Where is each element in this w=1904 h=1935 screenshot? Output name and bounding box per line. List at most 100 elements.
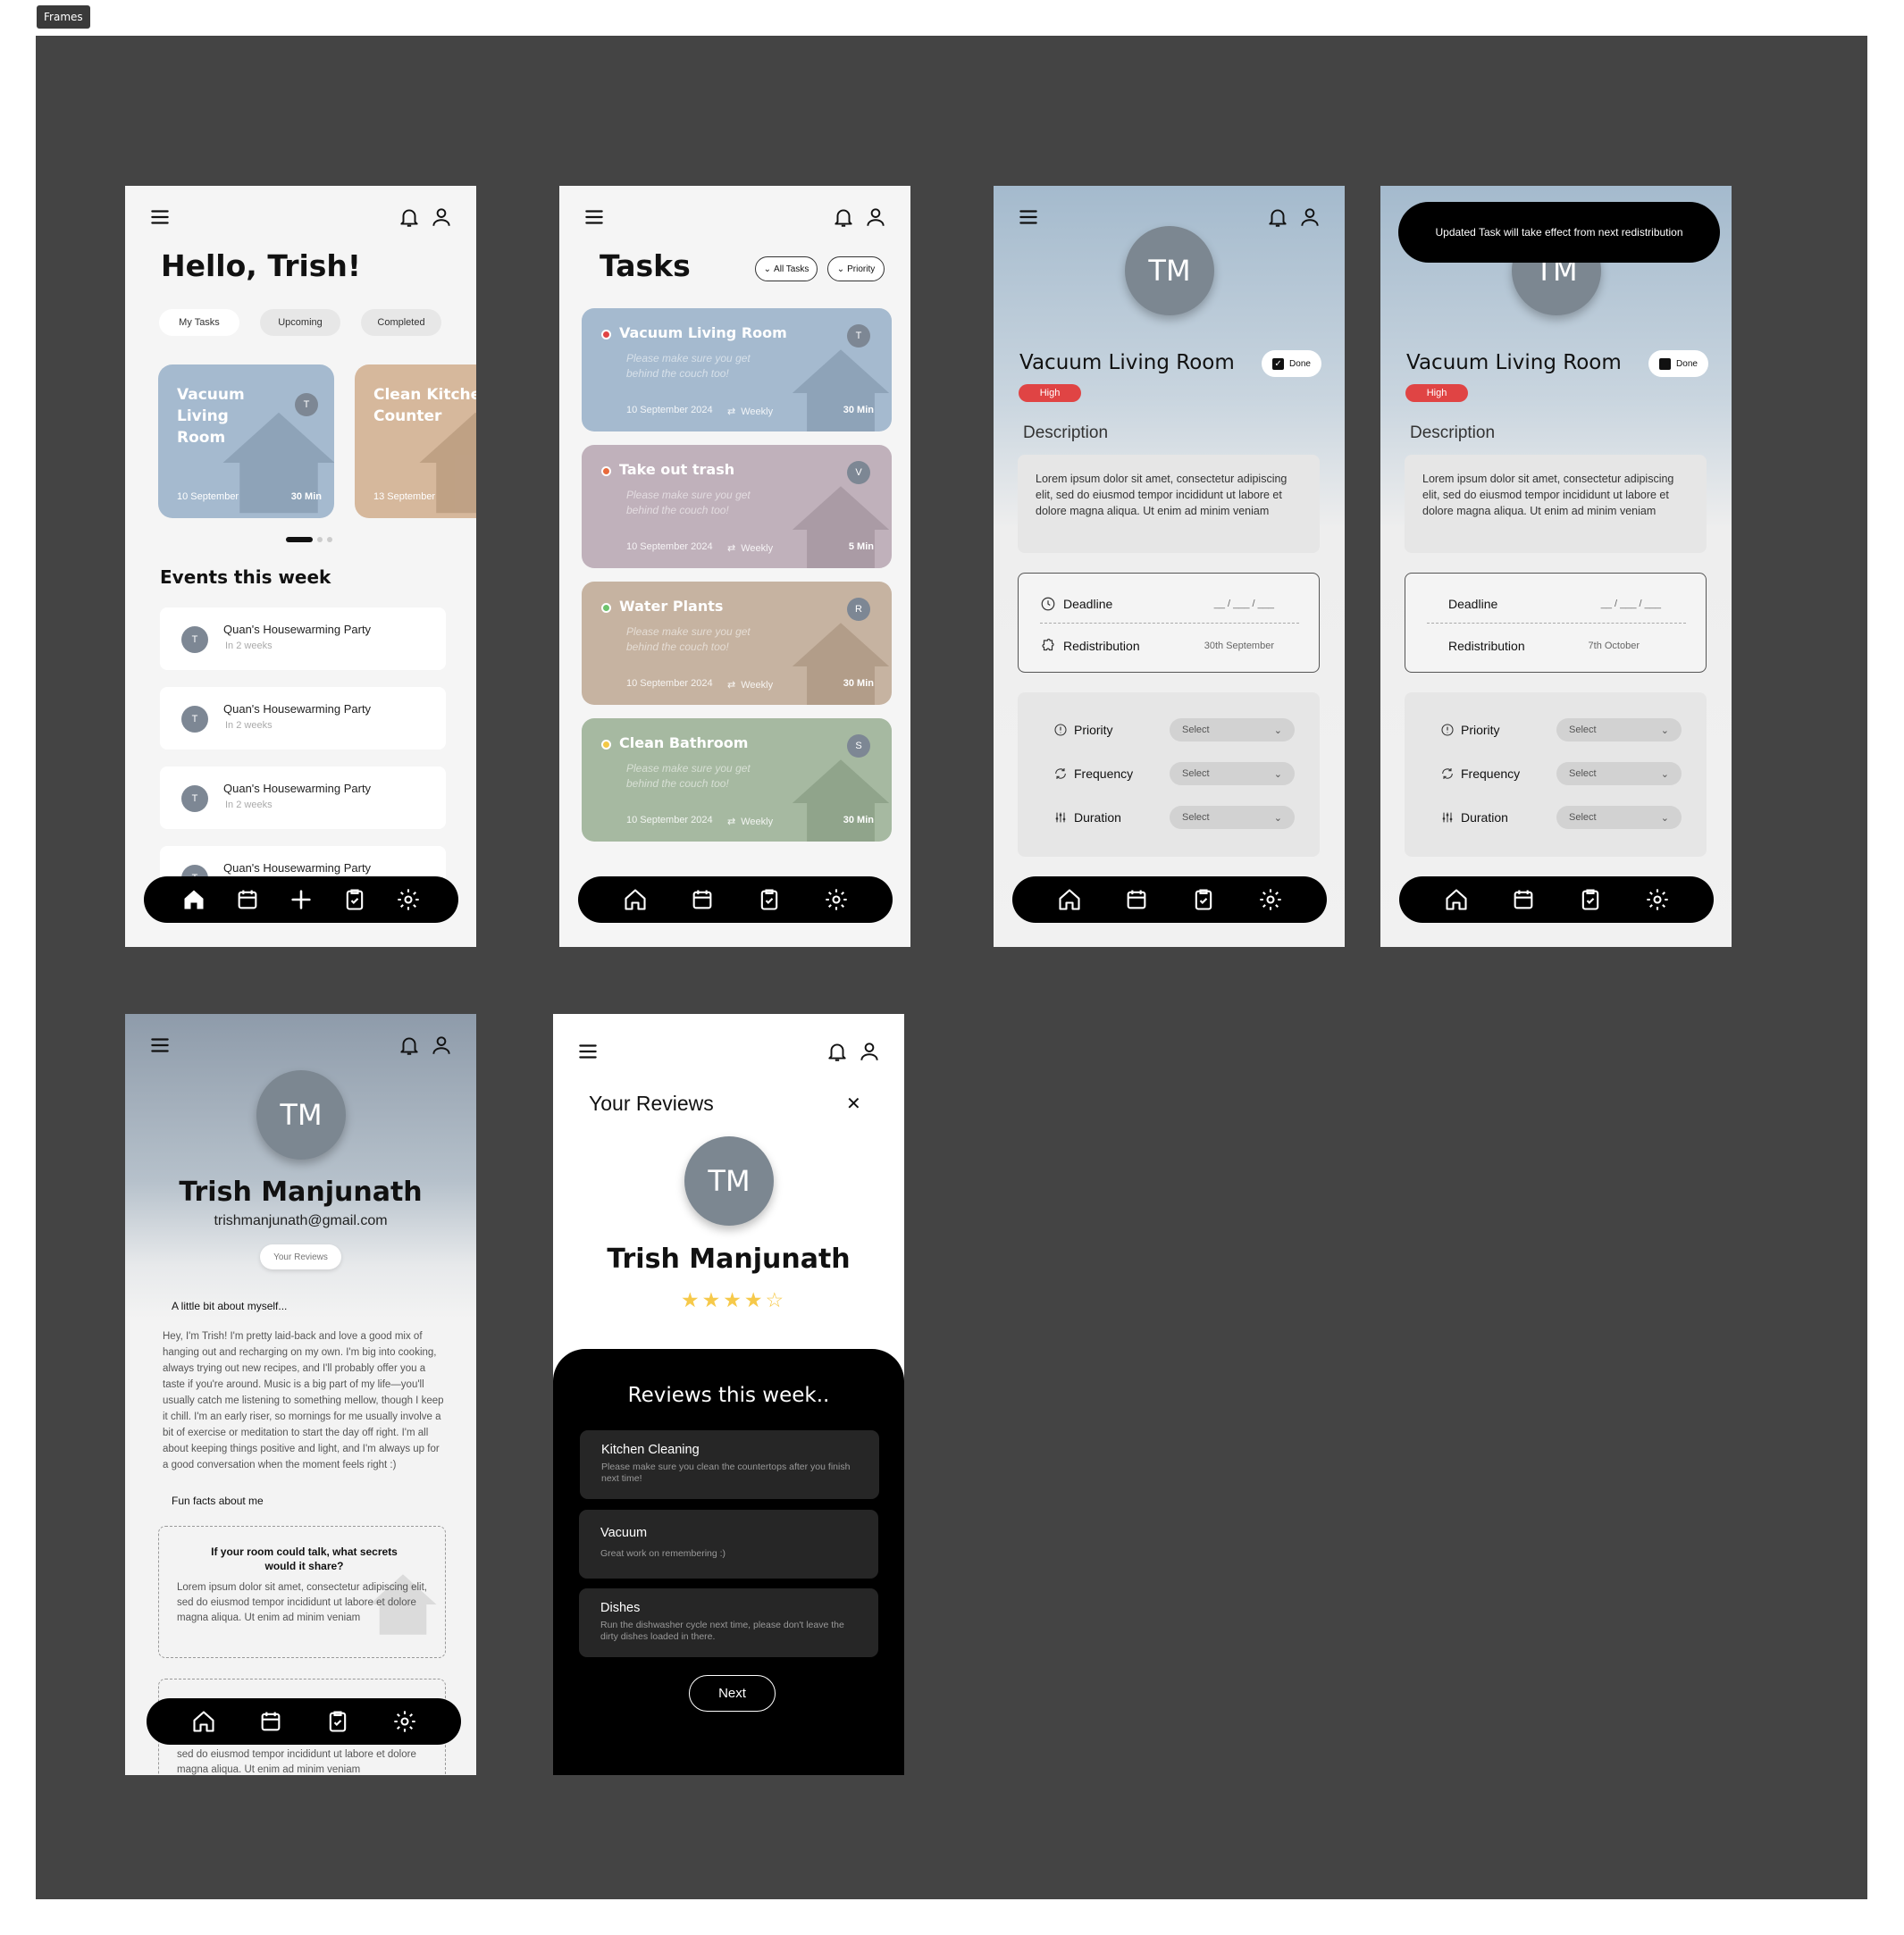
user-icon[interactable] (864, 205, 887, 229)
deadline-value[interactable]: __ / ___ / ___ (1601, 599, 1661, 609)
priority-select[interactable]: Select ⌄ (1170, 718, 1295, 741)
frequency-select[interactable]: Select ⌄ (1556, 762, 1682, 785)
avatar: TM (684, 1136, 774, 1226)
calendar-icon[interactable] (690, 887, 715, 912)
carousel-indicator[interactable] (286, 537, 332, 542)
home-icon[interactable] (1444, 887, 1469, 912)
filter-priority[interactable]: ⌄ Priority (827, 256, 885, 281)
user-icon[interactable] (1298, 205, 1321, 229)
done-label: Done (1676, 358, 1698, 369)
duration-select[interactable]: Select ⌄ (1556, 806, 1682, 829)
done-checkbox[interactable]: Done (1648, 350, 1708, 377)
home-icon[interactable] (623, 887, 648, 912)
menu-icon[interactable] (576, 1040, 600, 1063)
user-icon[interactable] (430, 1034, 453, 1057)
clipboard-check-icon[interactable] (1578, 887, 1603, 912)
task-card-title: Vacuum Living Room (177, 386, 245, 447)
fun-fact-card: If your room could talk, what secrets wo… (158, 1526, 446, 1658)
deadline-row[interactable]: Deadline __ / ___ / ___ (1448, 591, 1686, 617)
calendar-icon[interactable] (1124, 887, 1149, 912)
repeat-icon: ⇄ (727, 406, 736, 417)
calendar-icon[interactable] (1511, 887, 1536, 912)
task-card[interactable]: Vacuum Living Room T 10 September 30 Min (158, 364, 334, 518)
carousel-dot[interactable] (286, 537, 313, 542)
gear-icon[interactable] (396, 887, 421, 912)
clipboard-check-icon[interactable] (342, 887, 367, 912)
home-icon[interactable] (1057, 887, 1082, 912)
bottom-nav (147, 1698, 461, 1745)
task-duration: 30 Min (843, 405, 874, 415)
add-icon[interactable] (289, 887, 314, 912)
tab-completed[interactable]: Completed (361, 309, 441, 336)
gear-icon[interactable] (1645, 887, 1670, 912)
select-value: Select (1182, 725, 1210, 735)
task-card[interactable]: Clean Bathroom S Please make sure you ge… (582, 718, 892, 842)
review-item[interactable]: Vacuum Great work on remembering :) (579, 1510, 878, 1579)
close-icon[interactable]: ✕ (846, 1093, 861, 1115)
task-detail-updated-screen: TM Updated Task will take effect from ne… (1380, 186, 1732, 947)
redistribution-row[interactable]: Redistribution 30th September (1040, 632, 1299, 659)
your-reviews-button[interactable]: Your Reviews (260, 1244, 341, 1269)
menu-icon[interactable] (583, 205, 606, 229)
about-text: Hey, I'm Trish! I'm pretty laid-back and… (163, 1331, 444, 1470)
frequency-label: Weekly (741, 679, 774, 691)
home-icon[interactable] (191, 1709, 216, 1734)
user-icon[interactable] (430, 205, 453, 229)
review-item[interactable]: Dishes Run the dishwasher cycle next tim… (579, 1588, 878, 1657)
frequency-select[interactable]: Select ⌄ (1170, 762, 1295, 785)
event-avatar: T (181, 785, 208, 812)
task-card[interactable]: Water Plants R Please make sure you get … (582, 582, 892, 705)
gear-icon[interactable] (1258, 887, 1283, 912)
deadline-label: Deadline (1448, 597, 1498, 611)
home-icon[interactable] (181, 887, 206, 912)
carousel-dot[interactable] (327, 537, 332, 542)
menu-icon[interactable] (148, 1034, 172, 1057)
clipboard-check-icon[interactable] (325, 1709, 350, 1734)
calendar-icon[interactable] (258, 1709, 283, 1734)
bell-icon[interactable] (832, 205, 855, 229)
status-dot (601, 603, 611, 613)
menu-icon[interactable] (1017, 205, 1040, 229)
tab-upcoming[interactable]: Upcoming (260, 309, 340, 336)
clipboard-check-icon[interactable] (757, 887, 782, 912)
event-item[interactable]: T Quan's Housewarming Party In 2 weeks (160, 766, 446, 829)
task-frequency: ⇄ Weekly (727, 542, 773, 555)
menu-icon[interactable] (148, 205, 172, 229)
schedule-box: Deadline __ / ___ / ___ Redistribution 3… (1018, 573, 1320, 673)
star-filled-icon: ★ (701, 1288, 721, 1311)
bell-icon[interactable] (398, 205, 421, 229)
task-card[interactable]: Clean Kitchen Counter 13 September (355, 364, 476, 518)
done-checkbox[interactable]: ✓ Done (1262, 350, 1321, 377)
event-name: Quan's Housewarming Party (223, 623, 372, 636)
chevron-down-icon: ⌄ (1273, 725, 1282, 736)
bell-icon[interactable] (826, 1040, 849, 1063)
description-text[interactable]: Lorem ipsum dolor sit amet, consectetur … (1018, 455, 1320, 553)
gear-icon[interactable] (824, 887, 849, 912)
bell-icon[interactable] (398, 1034, 421, 1057)
priority-select[interactable]: Select ⌄ (1556, 718, 1682, 741)
avatar: TM (1125, 226, 1214, 315)
review-item[interactable]: Kitchen Cleaning Please make sure you cl… (580, 1430, 879, 1499)
deadline-row[interactable]: Deadline __ / ___ / ___ (1040, 591, 1299, 617)
event-item[interactable]: T Quan's Housewarming Party In 2 weeks (160, 607, 446, 670)
carousel-dot[interactable] (317, 537, 323, 542)
tab-my-tasks[interactable]: My Tasks (159, 309, 239, 336)
clipboard-check-icon[interactable] (1191, 887, 1216, 912)
schedule-box: Deadline __ / ___ / ___ Redistribution 7… (1405, 573, 1707, 673)
deadline-value[interactable]: __ / ___ / ___ (1214, 599, 1274, 609)
description-text[interactable]: Lorem ipsum dolor sit amet, consectetur … (1405, 455, 1707, 553)
user-icon[interactable] (858, 1040, 881, 1063)
event-when: In 2 weeks (225, 720, 273, 731)
redistribution-row[interactable]: Redistribution 7th October (1448, 632, 1686, 659)
task-card[interactable]: Vacuum Living Room T Please make sure yo… (582, 308, 892, 431)
gear-icon[interactable] (392, 1709, 417, 1734)
calendar-icon[interactable] (235, 887, 260, 912)
filter-all-tasks[interactable]: ⌄ All Tasks (755, 256, 818, 281)
task-card-title: Clean Kitchen Counter (373, 386, 476, 425)
next-button[interactable]: Next (689, 1675, 776, 1712)
clock-icon (1041, 597, 1055, 611)
bell-icon[interactable] (1266, 205, 1289, 229)
duration-select[interactable]: Select ⌄ (1170, 806, 1295, 829)
task-card[interactable]: Take out trash V Please make sure you ge… (582, 445, 892, 568)
event-item[interactable]: T Quan's Housewarming Party In 2 weeks (160, 687, 446, 750)
